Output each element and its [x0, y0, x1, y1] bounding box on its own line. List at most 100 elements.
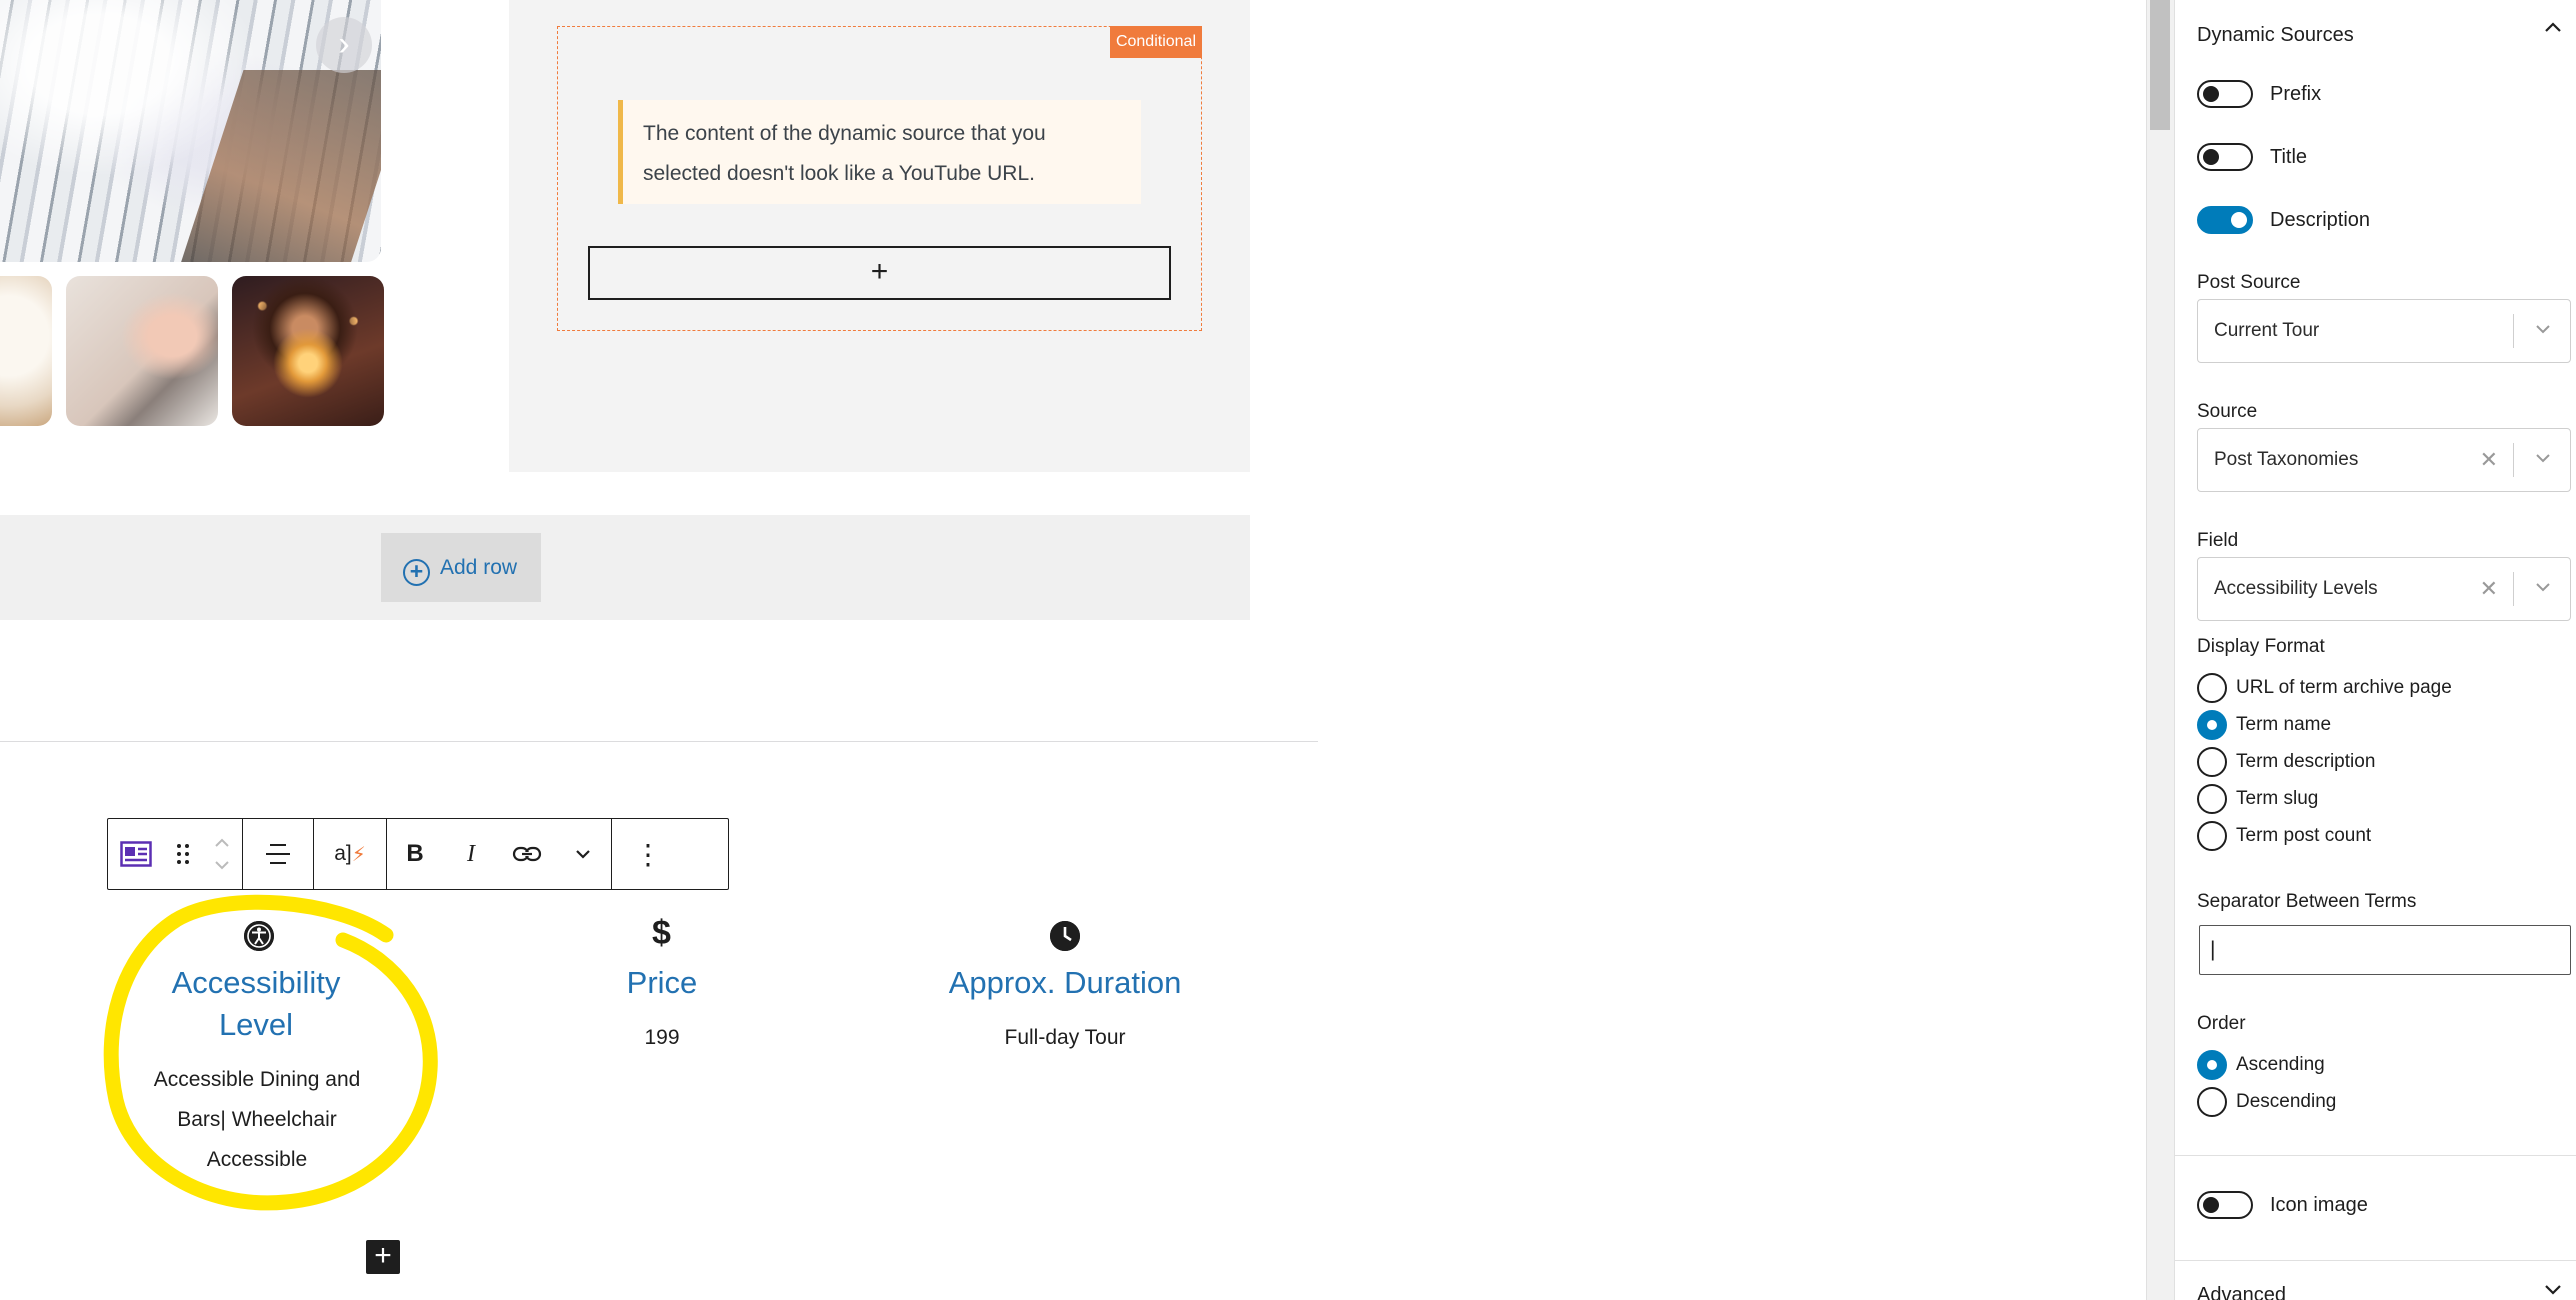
order-option[interactable]: Descending: [2197, 1087, 2336, 1117]
block-appender-button[interactable]: +: [588, 246, 1171, 300]
radio-button-selected[interactable]: [2197, 1050, 2227, 1080]
display-format-option[interactable]: Term post count: [2197, 821, 2371, 851]
field-value: Accessibility Levels: [2214, 578, 2378, 599]
radio-label: Ascending: [2236, 1054, 2325, 1075]
editor-scrollbar[interactable]: [2146, 0, 2174, 1300]
gallery-next-button[interactable]: ›: [316, 17, 372, 73]
select-separator: [2513, 443, 2514, 477]
duration-value: Full-day Tour: [1004, 1026, 1126, 1049]
block-mover: [202, 819, 242, 889]
display-format-option[interactable]: Term description: [2197, 747, 2375, 777]
title-toggle[interactable]: [2197, 143, 2253, 171]
description-toggle-row[interactable]: Description: [2197, 206, 2370, 234]
move-down-icon[interactable]: [213, 859, 231, 871]
align-icon[interactable]: [243, 819, 313, 889]
post-source-label: Post Source: [2197, 272, 2301, 293]
radio-label: Term post count: [2236, 825, 2372, 846]
link-icon[interactable]: [499, 819, 555, 889]
description-label: Description: [2270, 208, 2371, 231]
display-format-label: Display Format: [2197, 636, 2325, 657]
conditional-badge: Conditional: [1109, 26, 1202, 58]
italic-icon[interactable]: I: [443, 819, 499, 889]
radio-button-selected[interactable]: [2197, 710, 2227, 740]
gallery-thumb[interactable]: [232, 276, 384, 426]
radio-button[interactable]: [2197, 821, 2227, 851]
lightning-icon: ⚡: [351, 843, 366, 866]
toolbar-group-align: [243, 819, 314, 889]
select-separator: [2513, 572, 2514, 606]
dollar-icon: $: [652, 914, 671, 952]
radio-button[interactable]: [2197, 747, 2227, 777]
gallery-thumb[interactable]: [66, 276, 218, 426]
radio-label: Descending: [2236, 1091, 2337, 1112]
display-format-option[interactable]: Term name: [2197, 710, 2331, 740]
icon-image-label: Icon image: [2270, 1193, 2368, 1216]
radio-button[interactable]: [2197, 1087, 2227, 1117]
separator-input[interactable]: [2199, 925, 2571, 975]
price-title: Price: [626, 965, 698, 1000]
radio-label: URL of term archive page: [2236, 677, 2452, 698]
radio-label: Term slug: [2236, 788, 2319, 809]
separator-label: Separator Between Terms: [2197, 891, 2417, 912]
chevron-down-icon[interactable]: [2532, 558, 2554, 618]
prefix-toggle-row[interactable]: Prefix: [2197, 80, 2321, 108]
block-inserter-button[interactable]: +: [366, 1240, 400, 1274]
display-format-option[interactable]: URL of term archive page: [2197, 673, 2452, 703]
advanced-panel-title[interactable]: Advanced: [2197, 1284, 2286, 1300]
field-label: Field: [2197, 530, 2239, 551]
block-type-icon[interactable]: [108, 819, 164, 889]
chevron-down-icon[interactable]: [2532, 429, 2554, 489]
radio-button[interactable]: [2197, 673, 2227, 703]
more-chevron-icon[interactable]: [555, 819, 611, 889]
description-toggle[interactable]: [2197, 206, 2253, 234]
move-up-icon[interactable]: [213, 837, 231, 849]
chevron-down-icon[interactable]: [2532, 300, 2554, 360]
chevron-up-icon[interactable]: [2542, 20, 2564, 34]
bold-icon[interactable]: B: [387, 819, 443, 889]
editor-canvas: › Conditional The content of the dynamic…: [0, 0, 2146, 1300]
field-select[interactable]: Accessibility Levels ✕: [2197, 557, 2571, 621]
clear-icon[interactable]: ✕: [2480, 429, 2498, 491]
title-toggle-row[interactable]: Title: [2197, 143, 2307, 171]
order-label: Order: [2197, 1013, 2246, 1034]
chevron-down-icon[interactable]: [2542, 1282, 2564, 1296]
title-label: Title: [2270, 145, 2308, 168]
radio-label: Term description: [2236, 751, 2376, 772]
panel-divider: [2175, 1260, 2576, 1261]
panel-divider: [2175, 1155, 2576, 1156]
post-source-select[interactable]: Current Tour: [2197, 299, 2571, 363]
drag-handle-icon[interactable]: [164, 819, 202, 889]
display-format-option[interactable]: Term slug: [2197, 784, 2318, 814]
dynamic-text-glyph: a]: [334, 842, 352, 865]
icon-image-toggle-row[interactable]: Icon image: [2197, 1191, 2368, 1219]
section-divider: [0, 741, 1318, 742]
toolbar-group-format: B I: [387, 819, 612, 889]
clear-icon[interactable]: ✕: [2480, 558, 2498, 620]
highlight-annotation: [103, 894, 438, 1211]
chevron-right-icon: ›: [338, 25, 350, 63]
source-select[interactable]: Post Taxonomies ✕: [2197, 428, 2571, 492]
icon-image-toggle[interactable]: [2197, 1191, 2253, 1219]
options-icon[interactable]: ⋮: [612, 819, 684, 889]
toolbar-group-block: [108, 819, 243, 889]
radio-button[interactable]: [2197, 784, 2227, 814]
select-separator: [2513, 314, 2514, 348]
post-source-value: Current Tour: [2214, 320, 2320, 341]
add-row-button[interactable]: + Add row: [381, 533, 541, 602]
prefix-toggle[interactable]: [2197, 80, 2253, 108]
clock-icon: [1050, 921, 1080, 951]
panel-title[interactable]: Dynamic Sources: [2197, 24, 2354, 47]
editor-scrollbar-thumb[interactable]: [2150, 0, 2170, 130]
dynamic-text-icon[interactable]: a] ⚡: [314, 819, 386, 889]
gallery-thumb[interactable]: [0, 276, 52, 426]
add-row-label: Add row: [440, 556, 518, 579]
source-value: Post Taxonomies: [2214, 449, 2359, 470]
order-option[interactable]: Ascending: [2197, 1050, 2325, 1080]
radio-label: Term name: [2236, 714, 2332, 735]
duration-title: Approx. Duration: [948, 965, 1182, 1000]
row-band: [0, 515, 1250, 620]
toolbar-group-dynamic: a] ⚡: [314, 819, 387, 889]
price-value: 199: [644, 1026, 680, 1049]
prefix-label: Prefix: [2270, 82, 2322, 105]
settings-sidebar: Dynamic Sources Prefix Title Description…: [2174, 0, 2576, 1300]
